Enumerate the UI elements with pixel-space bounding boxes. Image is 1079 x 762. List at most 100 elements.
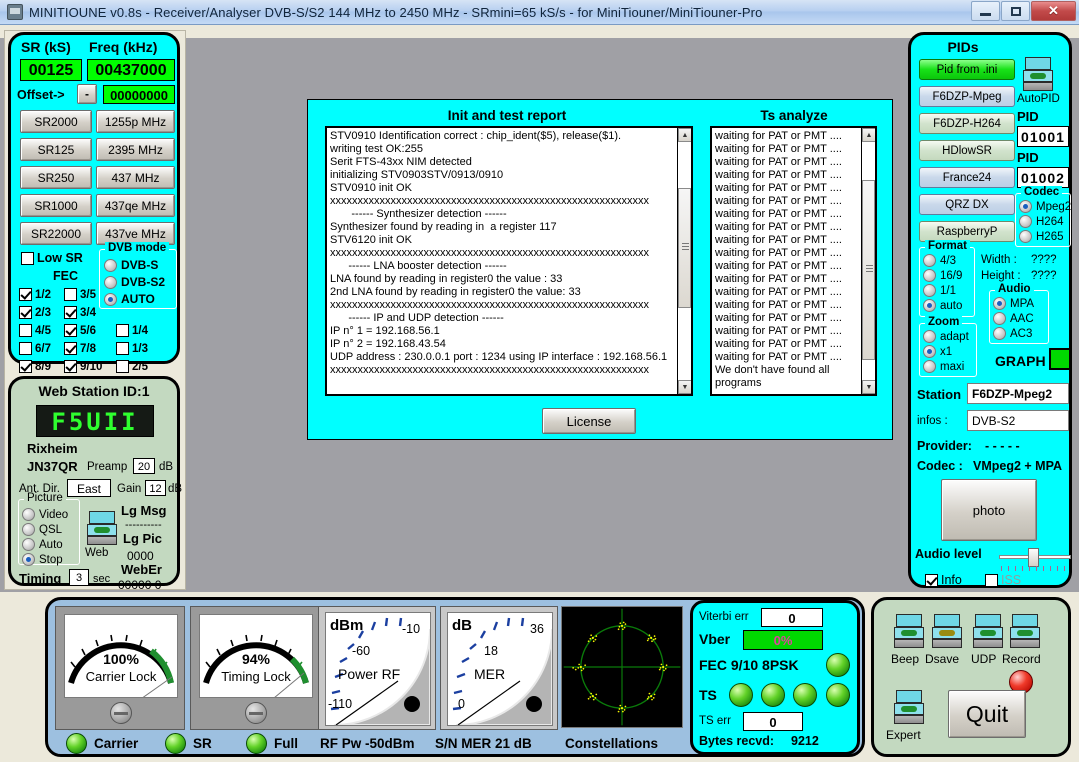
pid-preset-button-3[interactable]: HDlowSR — [919, 140, 1015, 161]
fec-checkbox-4[interactable]: 8/9 — [19, 360, 51, 373]
checkbox-icon[interactable] — [925, 574, 938, 587]
quit-button[interactable]: Quit — [948, 690, 1026, 738]
preamp-value[interactable]: 20 — [133, 458, 155, 474]
fec-checkbox-12[interactable]: 2/5 — [116, 360, 148, 373]
offset-sign-button[interactable]: - — [77, 84, 97, 104]
beep-toggle[interactable] — [894, 614, 924, 648]
format-option-1[interactable]: 16/9 — [923, 269, 962, 282]
checkbox-icon[interactable] — [19, 324, 32, 337]
scroll-down-icon[interactable]: ▼ — [862, 380, 876, 394]
ant-dir-value[interactable]: East — [67, 479, 111, 497]
fec-checkbox-2[interactable]: 4/5 — [19, 324, 51, 337]
picture-option-3[interactable]: Stop — [22, 553, 63, 566]
iss-checkbox-row[interactable]: ISS — [985, 573, 1021, 587]
audio-option-0[interactable]: MPA — [993, 297, 1034, 310]
ts-analyze-scrollbar[interactable]: ▲ ▼ — [861, 128, 875, 394]
radio-icon[interactable] — [923, 360, 936, 373]
audio-level-slider-track[interactable] — [999, 555, 1071, 559]
fec-checkbox-7[interactable]: 5/6 — [64, 324, 96, 337]
dvb-mode-option-1[interactable]: DVB-S2 — [104, 275, 165, 289]
sr-preset-button-3[interactable]: SR1000 — [20, 194, 92, 217]
checkbox-icon[interactable] — [64, 342, 77, 355]
radio-icon[interactable] — [1019, 230, 1032, 243]
freq-preset-button-0[interactable]: 1255p MHz — [96, 110, 175, 133]
expert-toggle[interactable] — [894, 690, 924, 724]
record-toggle[interactable] — [1010, 614, 1040, 648]
offset-value-field[interactable]: 00000000 — [103, 85, 175, 104]
timing-lock-knob[interactable] — [245, 702, 267, 724]
dvb-mode-option-2[interactable]: AUTO — [104, 292, 155, 306]
radio-icon[interactable] — [1019, 200, 1032, 213]
station-value[interactable]: F6DZP-Mpeg2 — [967, 383, 1069, 404]
sr-preset-button-4[interactable]: SR22000 — [20, 222, 92, 245]
radio-icon[interactable] — [1019, 215, 1032, 228]
radio-icon[interactable] — [923, 254, 936, 267]
sr-value-field[interactable]: 00125 — [20, 59, 82, 81]
checkbox-icon[interactable] — [64, 324, 77, 337]
picture-option-2[interactable]: Auto — [22, 538, 63, 551]
checkbox-icon[interactable] — [19, 360, 32, 373]
checkbox-icon[interactable] — [19, 342, 32, 355]
picture-option-0[interactable]: Video — [22, 508, 68, 521]
radio-icon[interactable] — [923, 284, 936, 297]
pid-preset-button-0[interactable]: Pid from .ini — [919, 59, 1015, 80]
pid-preset-button-2[interactable]: F6DZP-H264 — [919, 113, 1015, 134]
radio-icon[interactable] — [104, 276, 117, 289]
autopid-toggle-switch[interactable] — [1023, 57, 1053, 91]
checkbox-icon[interactable] — [64, 306, 77, 319]
fec-checkbox-9[interactable]: 9/10 — [64, 360, 102, 373]
format-option-2[interactable]: 1/1 — [923, 284, 956, 297]
checkbox-icon[interactable] — [116, 342, 129, 355]
pid-video-value[interactable]: 01001 — [1017, 126, 1069, 147]
radio-icon[interactable] — [22, 553, 35, 566]
pid-audio-value[interactable]: 01002 — [1017, 167, 1069, 188]
pid-preset-button-1[interactable]: F6DZP-Mpeg — [919, 86, 1015, 107]
radio-icon[interactable] — [923, 330, 936, 343]
sr-preset-button-2[interactable]: SR250 — [20, 166, 92, 189]
sr-preset-button-0[interactable]: SR2000 — [20, 110, 92, 133]
dvb-mode-option-0[interactable]: DVB-S — [104, 258, 158, 272]
dsave-toggle[interactable] — [932, 614, 962, 648]
zoom-option-1[interactable]: x1 — [923, 345, 952, 358]
radio-icon[interactable] — [993, 327, 1006, 340]
scroll-thumb[interactable] — [678, 188, 691, 308]
fec-checkbox-5[interactable]: 3/5 — [64, 288, 96, 301]
codec-option-0[interactable]: Mpeg2 — [1019, 200, 1071, 213]
sr-preset-button-1[interactable]: SR125 — [20, 138, 92, 161]
codec-option-2[interactable]: H265 — [1019, 230, 1064, 243]
radio-icon[interactable] — [22, 538, 35, 551]
checkbox-icon[interactable] — [19, 306, 32, 319]
carrier-lock-knob[interactable] — [110, 702, 132, 724]
photo-button[interactable]: photo — [941, 479, 1037, 541]
radio-icon[interactable] — [22, 508, 35, 521]
zoom-option-0[interactable]: adapt — [923, 330, 969, 343]
infos-value[interactable]: DVB-S2 — [967, 410, 1069, 431]
radio-icon[interactable] — [104, 259, 117, 272]
scroll-up-icon[interactable]: ▲ — [678, 128, 692, 142]
freq-preset-button-3[interactable]: 437qe MHz — [96, 194, 175, 217]
format-option-0[interactable]: 4/3 — [923, 254, 956, 267]
radio-icon[interactable] — [923, 269, 936, 282]
fec-checkbox-3[interactable]: 6/7 — [19, 342, 51, 355]
timing-value[interactable]: 3 — [69, 569, 89, 586]
fec-checkbox-0[interactable]: 1/2 — [19, 288, 51, 301]
scroll-thumb[interactable] — [862, 180, 875, 360]
radio-icon[interactable] — [104, 293, 117, 306]
scroll-up-icon[interactable]: ▲ — [862, 128, 876, 142]
maximize-button[interactable] — [1001, 1, 1030, 21]
fec-checkbox-6[interactable]: 3/4 — [64, 306, 96, 319]
freq-value-field[interactable]: 00437000 — [87, 59, 175, 81]
scroll-down-icon[interactable]: ▼ — [678, 380, 692, 394]
ts-analyze-textbox[interactable]: waiting for PAT or PMT .... waiting for … — [710, 126, 877, 396]
web-toggle-switch[interactable] — [87, 511, 117, 545]
fec-checkbox-10[interactable]: 1/4 — [116, 324, 148, 337]
close-button[interactable]: ✕ — [1031, 1, 1076, 21]
zoom-option-2[interactable]: maxi — [923, 360, 964, 373]
codec-option-1[interactable]: H264 — [1019, 215, 1064, 228]
low-sr-checkbox-row[interactable]: Low SR — [21, 251, 83, 265]
license-button[interactable]: License — [542, 408, 636, 434]
pid-preset-button-5[interactable]: QRZ DX — [919, 194, 1015, 215]
info-checkbox-row[interactable]: Info — [925, 573, 962, 587]
radio-icon[interactable] — [923, 299, 936, 312]
fec-checkbox-1[interactable]: 2/3 — [19, 306, 51, 319]
